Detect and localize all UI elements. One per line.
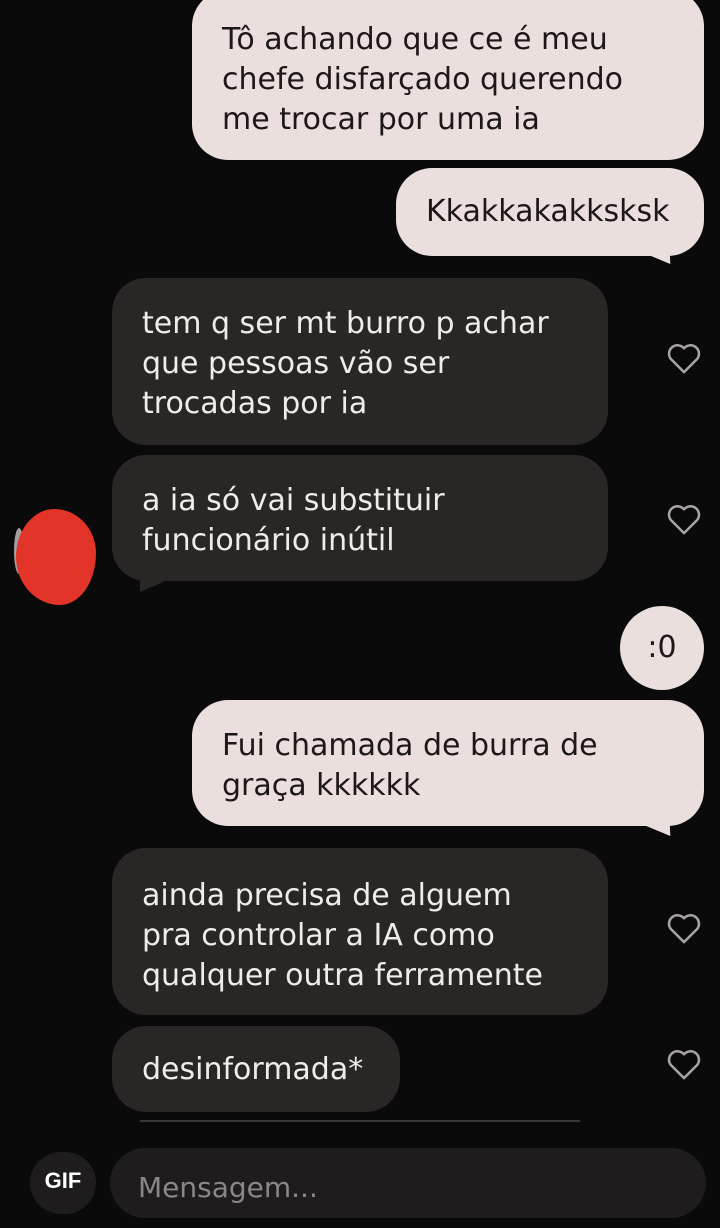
sent-message-bubble[interactable]: :0 xyxy=(620,606,704,690)
sent-message-bubble[interactable]: Kkakkakakksksk xyxy=(396,168,704,256)
heart-outline-icon[interactable] xyxy=(664,338,704,378)
sent-message-bubble[interactable]: Fui chamada de burra de graça kkkkkk xyxy=(192,700,704,826)
received-message-bubble[interactable]: desinformada* xyxy=(112,1026,400,1112)
received-message-bubble[interactable]: ainda precisa de alguem pra controlar a … xyxy=(112,848,608,1015)
scroll-divider xyxy=(140,1120,580,1122)
message-composer: GIF Mensagem... xyxy=(0,1138,720,1218)
heart-outline-icon[interactable] xyxy=(664,908,704,948)
heart-outline-icon[interactable] xyxy=(664,1044,704,1084)
avatar-redaction[interactable] xyxy=(16,509,96,605)
received-message-bubble[interactable]: a ia só vai substituir funcionário inúti… xyxy=(112,455,608,581)
gif-button[interactable]: GIF xyxy=(30,1152,96,1214)
sent-message-bubble[interactable]: Tô achando que ce é meu chefe disfarçado… xyxy=(192,0,704,160)
heart-outline-icon[interactable] xyxy=(664,499,704,539)
received-message-bubble[interactable]: tem q ser mt burro p achar que pessoas v… xyxy=(112,278,608,445)
message-input[interactable]: Mensagem... xyxy=(110,1148,706,1218)
